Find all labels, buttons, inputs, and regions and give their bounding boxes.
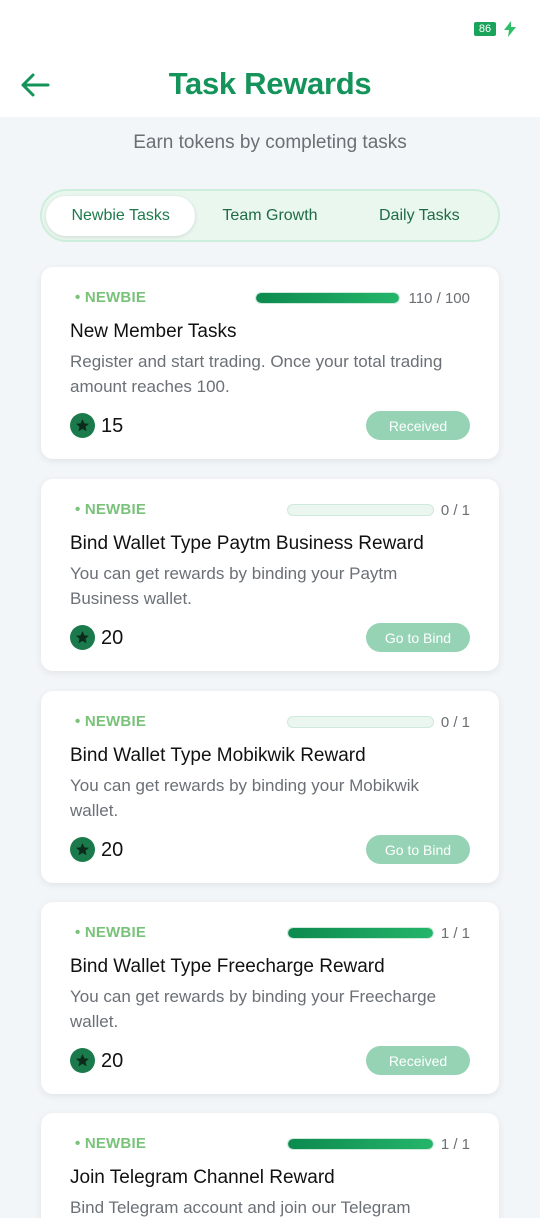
status-bar: 86 bbox=[474, 20, 518, 38]
task-progress-text: 1 / 1 bbox=[440, 1136, 470, 1153]
task-badge: • NEWBIE bbox=[75, 501, 147, 518]
task-card: • NEWBIE 1 / 1 Join Telegram Channel Rew… bbox=[41, 1113, 499, 1218]
task-title: Join Telegram Channel Reward bbox=[70, 1167, 335, 1188]
go-to-bind-button[interactable]: Go to Bind bbox=[366, 835, 470, 864]
task-progress-bar bbox=[287, 1138, 434, 1150]
task-progress-text: 0 / 1 bbox=[440, 714, 470, 731]
reward-amount: 20 bbox=[101, 627, 124, 649]
task-card: • NEWBIE 0 / 1 Bind Wallet Type Paytm Bu… bbox=[41, 479, 499, 671]
page-title: Task Rewards bbox=[168, 66, 372, 101]
tab-team-growth[interactable]: Team Growth bbox=[195, 196, 344, 236]
task-description: You can get rewards by binding your Free… bbox=[70, 987, 437, 1031]
star-coin-icon bbox=[70, 837, 95, 862]
task-badge: • NEWBIE bbox=[75, 713, 147, 730]
task-badge: • NEWBIE bbox=[75, 1135, 147, 1152]
task-badge: • NEWBIE bbox=[75, 289, 147, 306]
battery-icon: 86 bbox=[474, 22, 496, 36]
received-button[interactable]: Received bbox=[366, 411, 470, 440]
task-title: Bind Wallet Type Mobikwik Reward bbox=[70, 745, 366, 766]
task-card: • NEWBIE 0 / 1 Bind Wallet Type Mobikwik… bbox=[41, 691, 499, 883]
task-progress-text: 1 / 1 bbox=[440, 925, 470, 942]
star-coin-icon bbox=[70, 413, 95, 438]
task-description: Bind Telegram account and join our Teleg… bbox=[70, 1198, 411, 1217]
star-coin-icon bbox=[70, 1048, 95, 1073]
task-description: You can get rewards by binding your Mobi… bbox=[70, 776, 420, 820]
task-title: New Member Tasks bbox=[70, 321, 237, 342]
reward-amount: 20 bbox=[101, 839, 124, 861]
lightning-bolt-icon bbox=[504, 21, 516, 37]
task-description: Register and start trading. Once your to… bbox=[70, 352, 443, 396]
reward-amount: 15 bbox=[101, 415, 124, 437]
page-subtitle: Earn tokens by completing tasks bbox=[133, 132, 407, 153]
task-card: • NEWBIE 110 / 100 New Member Tasks Regi… bbox=[41, 267, 499, 459]
task-progress-bar bbox=[287, 927, 434, 939]
task-tabs: Newbie Tasks Team Growth Daily Tasks bbox=[40, 189, 500, 242]
go-to-bind-button[interactable]: Go to Bind bbox=[366, 623, 470, 652]
task-badge: • NEWBIE bbox=[75, 924, 147, 941]
received-button[interactable]: Received bbox=[366, 1046, 470, 1075]
reward-amount: 20 bbox=[101, 1050, 124, 1072]
tab-newbie-tasks[interactable]: Newbie Tasks bbox=[46, 195, 196, 236]
task-progress-bar bbox=[287, 716, 434, 728]
tab-daily-tasks[interactable]: Daily Tasks bbox=[345, 196, 494, 236]
task-card: • NEWBIE 1 / 1 Bind Wallet Type Freechar… bbox=[41, 902, 499, 1094]
task-title: Bind Wallet Type Freecharge Reward bbox=[70, 956, 385, 977]
task-progress-text: 0 / 1 bbox=[440, 502, 470, 519]
task-description: You can get rewards by binding your Payt… bbox=[70, 564, 398, 608]
task-title: Bind Wallet Type Paytm Business Reward bbox=[70, 533, 424, 554]
task-progress-text: 110 / 100 bbox=[408, 290, 470, 307]
star-coin-icon bbox=[70, 625, 95, 650]
top-bar: 86 Task Rewards bbox=[0, 0, 540, 117]
task-progress-bar bbox=[255, 292, 400, 304]
task-progress-bar bbox=[287, 504, 434, 516]
